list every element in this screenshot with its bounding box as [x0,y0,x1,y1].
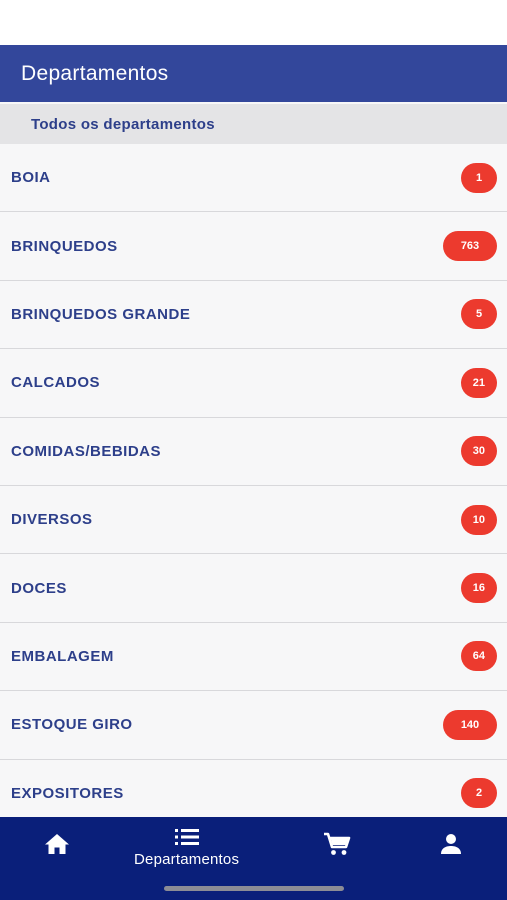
home-icon [45,834,69,854]
department-label: CALCADOS [11,374,100,392]
department-label: DOCES [11,579,67,597]
department-label: BRINQUEDOS [11,237,118,255]
tab-departamentos[interactable]: Departamentos [134,827,239,868]
home-indicator[interactable] [164,886,344,891]
list-item-doces[interactable]: DOCES 16 [0,554,507,623]
count-badge: 5 [461,299,497,330]
count-badge: 16 [460,573,497,604]
tab-label: Departamentos [134,851,240,868]
list-item-brinquedos[interactable]: BRINQUEDOS 763 [0,212,507,281]
count-badge: 21 [460,367,497,398]
department-label: BOIA [11,169,51,187]
list-item-calcados[interactable]: CALCADOS 21 [0,349,507,418]
count-badge: 10 [460,504,497,535]
list-item-estoque-giro[interactable]: ESTOQUE GIRO 140 [0,691,507,760]
count-badge: 30 [460,436,497,467]
department-label: DIVERSOS [11,511,93,529]
tab-cart[interactable] [323,832,351,856]
tab-profile[interactable] [440,833,462,855]
department-label: EMBALAGEM [11,647,114,665]
cart-icon [324,832,351,855]
status-bar [0,0,507,45]
list-item-boia[interactable]: BOIA 1 [0,144,507,213]
list-item-diversos[interactable]: DIVERSOS 10 [0,485,507,555]
count-badge: 64 [460,641,497,672]
person-icon [441,834,461,854]
list-item-brinquedos-grande[interactable]: BRINQUEDOS GRANDE 5 [0,280,507,350]
count-badge: 763 [443,231,497,262]
count-badge: 2 [461,778,497,809]
section-header: Todos os departamentos [0,104,507,144]
app-header: Departamentos [0,45,507,102]
department-label: BRINQUEDOS GRANDE [11,305,191,323]
section-title: Todos os departamentos [31,115,215,133]
tab-bar: Departamentos [0,817,507,900]
department-list: BOIA 1 BRINQUEDOS 763 BRINQUEDOS GRANDE … [0,144,507,828]
page-title: Departamentos [21,61,169,85]
count-badge: 140 [443,709,497,740]
count-badge: 1 [461,162,497,193]
department-label: EXPOSITORES [11,784,124,802]
list-item-embalagem[interactable]: EMBALAGEM 64 [0,622,507,692]
department-label: COMIDAS/BEBIDAS [11,442,162,460]
department-label: ESTOQUE GIRO [11,716,133,734]
tab-home[interactable] [44,833,70,855]
list-icon [174,829,199,845]
list-item-comidas-bebidas[interactable]: COMIDAS/BEBIDAS 30 [0,417,507,486]
